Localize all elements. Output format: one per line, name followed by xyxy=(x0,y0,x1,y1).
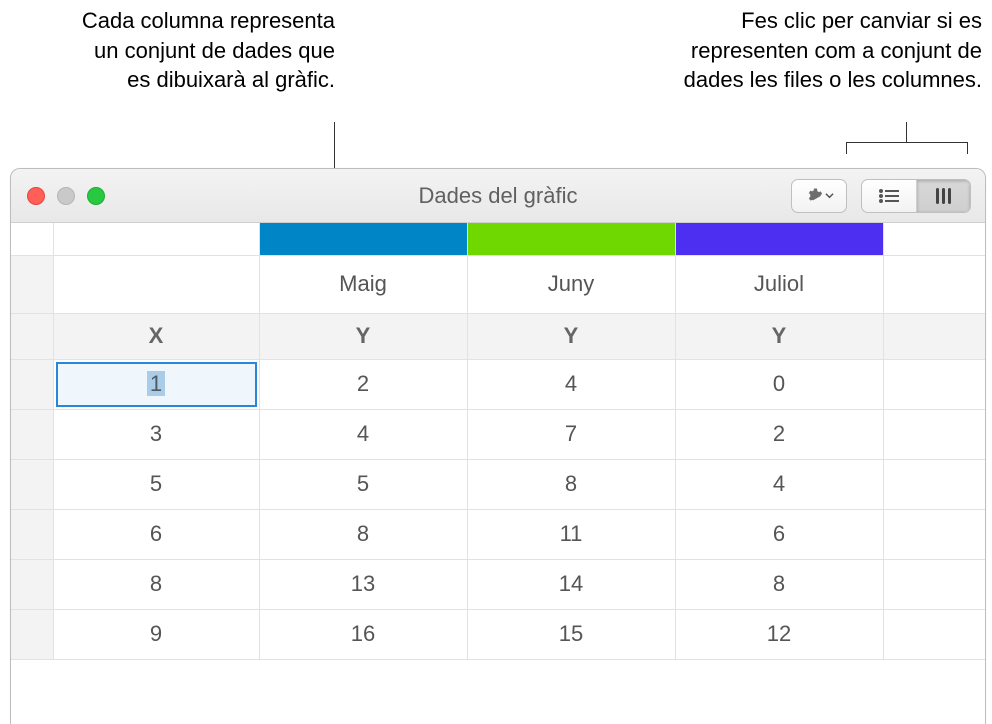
row-stub xyxy=(11,609,53,659)
empty-cell xyxy=(883,313,985,359)
empty-swatch xyxy=(53,223,259,255)
row-stub xyxy=(11,409,53,459)
data-cell[interactable]: 3 xyxy=(53,409,259,459)
gear-icon xyxy=(805,187,823,205)
table-row: 8 13 14 8 xyxy=(11,559,985,609)
data-cell[interactable]: 5 xyxy=(259,459,467,509)
data-cell[interactable]: 16 xyxy=(259,609,467,659)
empty-cell[interactable] xyxy=(883,509,985,559)
data-cell[interactable]: 8 xyxy=(467,459,675,509)
empty-cell[interactable] xyxy=(883,409,985,459)
axis-header[interactable]: X xyxy=(53,313,259,359)
plot-columns-button[interactable] xyxy=(916,180,970,212)
empty-cell[interactable] xyxy=(883,459,985,509)
axis-header[interactable]: Y xyxy=(675,313,883,359)
table-row: 5 5 8 4 xyxy=(11,459,985,509)
row-stub xyxy=(11,459,53,509)
row-stub xyxy=(11,509,53,559)
data-table: Maig Juny Juliol X Y Y Y 1 2 4 0 xyxy=(11,223,985,660)
empty-cell[interactable] xyxy=(883,609,985,659)
series-header[interactable]: Juny xyxy=(467,255,675,313)
data-sheet[interactable]: Maig Juny Juliol X Y Y Y 1 2 4 0 xyxy=(11,223,985,724)
series-color-row xyxy=(11,223,985,255)
axis-header[interactable]: Y xyxy=(259,313,467,359)
annotation-bracket xyxy=(846,142,968,154)
data-cell[interactable]: 2 xyxy=(675,409,883,459)
series-orientation-toggle xyxy=(861,179,971,213)
row-stub xyxy=(11,313,53,359)
series-label-row: Maig Juny Juliol xyxy=(11,255,985,313)
plot-rows-button[interactable] xyxy=(862,180,916,212)
data-cell[interactable]: 6 xyxy=(675,509,883,559)
axis-header[interactable]: Y xyxy=(467,313,675,359)
zoom-button[interactable] xyxy=(87,187,105,205)
data-cell[interactable]: 8 xyxy=(675,559,883,609)
table-row: 3 4 7 2 xyxy=(11,409,985,459)
data-cell[interactable]: 9 xyxy=(53,609,259,659)
empty-cell xyxy=(883,223,985,255)
table-row: 6 8 11 6 xyxy=(11,509,985,559)
data-cell[interactable]: 12 xyxy=(675,609,883,659)
empty-cell[interactable] xyxy=(883,559,985,609)
close-button[interactable] xyxy=(27,187,45,205)
settings-menu-button[interactable] xyxy=(791,179,847,213)
columns-icon xyxy=(933,187,955,205)
data-cell[interactable]: 15 xyxy=(467,609,675,659)
annotation-rowcol-toggle: Fes clic per canviar si es representen c… xyxy=(682,6,982,95)
rows-icon xyxy=(878,188,900,204)
axis-header-row: X Y Y Y xyxy=(11,313,985,359)
data-cell-selected[interactable]: 1 xyxy=(53,359,259,409)
data-cell[interactable]: 2 xyxy=(259,359,467,409)
data-cell[interactable]: 14 xyxy=(467,559,675,609)
series-swatch[interactable] xyxy=(259,223,467,255)
annotation-column-series: Cada columna representa un conjunt de da… xyxy=(70,6,335,95)
data-cell[interactable]: 8 xyxy=(53,559,259,609)
row-stub xyxy=(11,255,53,313)
data-cell[interactable]: 13 xyxy=(259,559,467,609)
series-header[interactable]: Juliol xyxy=(675,255,883,313)
annotation-leader-line xyxy=(906,122,907,142)
empty-header[interactable] xyxy=(53,255,259,313)
table-row: 9 16 15 12 xyxy=(11,609,985,659)
data-cell[interactable]: 0 xyxy=(675,359,883,409)
window-controls xyxy=(27,187,105,205)
corner-cell xyxy=(11,223,53,255)
minimize-button[interactable] xyxy=(57,187,75,205)
data-cell[interactable]: 7 xyxy=(467,409,675,459)
table-row: 1 2 4 0 xyxy=(11,359,985,409)
series-swatch[interactable] xyxy=(675,223,883,255)
row-stub xyxy=(11,559,53,609)
series-header[interactable]: Maig xyxy=(259,255,467,313)
data-cell[interactable]: 5 xyxy=(53,459,259,509)
data-cell[interactable]: 4 xyxy=(467,359,675,409)
empty-cell[interactable] xyxy=(883,359,985,409)
window-titlebar: Dades del gràfic xyxy=(11,169,985,223)
series-swatch[interactable] xyxy=(467,223,675,255)
chevron-down-icon xyxy=(825,191,834,200)
chart-data-editor-window: Dades del gràfic xyxy=(10,168,986,724)
data-cell[interactable]: 4 xyxy=(675,459,883,509)
empty-cell xyxy=(883,255,985,313)
data-cell[interactable]: 8 xyxy=(259,509,467,559)
data-cell[interactable]: 4 xyxy=(259,409,467,459)
data-cell[interactable]: 11 xyxy=(467,509,675,559)
row-stub xyxy=(11,359,53,409)
data-cell[interactable]: 6 xyxy=(53,509,259,559)
